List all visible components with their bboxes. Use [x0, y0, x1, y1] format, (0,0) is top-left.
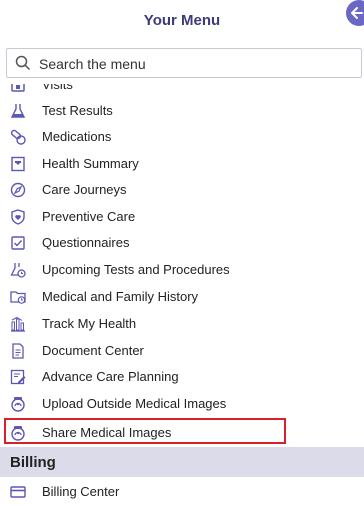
menu-item-advance-care-planning[interactable]: Advance Care Planning [0, 364, 364, 390]
menu-item-label: Track My Health [42, 316, 137, 331]
folder-clock-icon [10, 291, 26, 304]
pills-icon [10, 129, 26, 145]
menu-item-label: Preventive Care [42, 209, 136, 224]
menu-item-document-center[interactable]: Document Center [0, 338, 364, 364]
shield-icon [11, 209, 25, 225]
menu-item-upload-outside-images[interactable]: Upload Outside Medical Images [0, 391, 364, 417]
menu-item-label: Billing Center [42, 484, 120, 499]
billing-icon [10, 486, 26, 498]
menu-item-preventive-care[interactable]: Preventive Care [0, 204, 364, 230]
section-header-billing: Billing [0, 447, 364, 477]
menu-item-questionnaires[interactable]: Questionnaires [0, 230, 364, 256]
menu-item-visits[interactable]: Visits [0, 84, 364, 98]
menu-item-medications[interactable]: Medications [0, 124, 364, 150]
menu-item-label: Care Journeys [42, 182, 127, 197]
menu-item-billing-center[interactable]: Billing Center [0, 480, 364, 506]
menu-item-label: Advance Care Planning [42, 369, 179, 384]
menu-item-track-my-health[interactable]: Track My Health [0, 311, 364, 337]
menu-item-label: Medications [42, 129, 112, 144]
document-icon [12, 343, 24, 359]
checkbox-icon [11, 236, 25, 250]
search-box[interactable] [6, 48, 362, 78]
flask-icon [10, 104, 26, 118]
chart-icon [11, 316, 25, 332]
menu-item-health-summary[interactable]: Health Summary [0, 151, 364, 177]
menu-item-care-journeys[interactable]: Care Journeys [0, 177, 364, 203]
menu-item-label: Visits [42, 84, 73, 92]
menu-item-medical-history[interactable]: Medical and Family History [0, 284, 364, 310]
menu-item-label: Upcoming Tests and Procedures [42, 262, 230, 277]
search-icon [15, 55, 31, 71]
menu-item-test-results[interactable]: Test Results [0, 98, 364, 124]
menu-item-label: Health Summary [42, 156, 139, 171]
images-icon [11, 397, 25, 412]
flask-clock-icon [10, 263, 26, 278]
menu-item-label: Document Center [42, 343, 144, 358]
menu-item-label: Medical and Family History [42, 289, 199, 304]
section-label: Billing [10, 454, 56, 471]
menu-item-label: Test Results [42, 103, 113, 118]
arrow-left-icon [351, 7, 363, 19]
page-title: Your Menu [143, 12, 221, 29]
pen-document-icon [10, 369, 26, 385]
health-summary-icon [11, 156, 25, 172]
menu-item-upcoming-tests[interactable]: Upcoming Tests and Procedures [0, 257, 364, 283]
menu-header: Your Menu [0, 0, 364, 42]
visits-icon [11, 84, 25, 92]
highlight-annotation [4, 418, 286, 444]
menu-item-label: Upload Outside Medical Images [42, 396, 227, 411]
compass-icon [10, 182, 26, 198]
menu-item-label: Questionnaires [42, 235, 130, 250]
search-input[interactable] [37, 53, 351, 75]
